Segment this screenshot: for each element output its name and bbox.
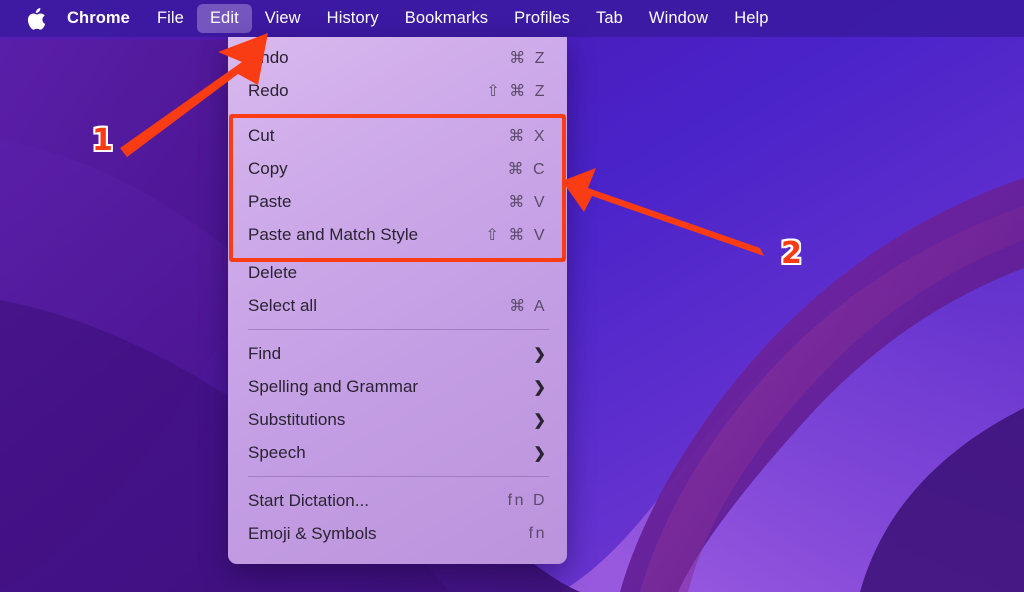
menu-item-start-dictation-shortcut: fn D [507,491,547,509]
menu-item-undo[interactable]: Undo ⌘ Z [228,41,567,74]
menu-item-find-label: Find [248,343,282,363]
menu-item-spelling-and-grammar[interactable]: Spelling and Grammar ❯ [228,370,567,403]
menu-item-undo-shortcut: ⌘ Z [509,49,547,67]
menu-item-substitutions[interactable]: Substitutions ❯ [228,403,567,436]
menu-bookmarks[interactable]: Bookmarks [392,4,501,34]
menu-profiles-label: Profiles [514,8,570,27]
menu-edit-label: Edit [209,8,239,27]
menu-item-select-all[interactable]: Select all ⌘ A [228,289,567,322]
menu-item-start-dictation[interactable]: Start Dictation... fn D [228,484,567,517]
menu-item-delete-label: Delete [248,262,298,282]
menu-group-gap-1 [228,107,567,119]
menu-item-paste-and-match-style[interactable]: Paste and Match Style ⇧ ⌘ V [228,218,567,251]
desktop-screen: Chrome File Edit View History Bookmarks … [0,0,1024,592]
chevron-right-icon: ❯ [533,378,546,396]
menu-tab-label: Tab [595,8,623,27]
chevron-right-icon: ❯ [533,444,546,462]
menu-chrome-label: Chrome [67,8,130,27]
menu-edit[interactable]: Edit [196,3,252,34]
chevron-right-icon: ❯ [533,411,546,429]
menu-view[interactable]: View [252,4,314,34]
menu-profiles[interactable]: Profiles [501,4,583,34]
menu-item-delete[interactable]: Delete [228,256,567,289]
menu-item-redo-shortcut: ⇧ ⌘ Z [486,82,547,100]
menu-history-label: History [326,8,379,27]
apple-menu-button[interactable] [20,7,57,30]
menu-file-label: File [156,8,184,27]
menu-item-undo-label: Undo [248,47,289,67]
menu-bookmarks-label: Bookmarks [404,8,489,27]
menu-item-substitutions-label: Substitutions [248,409,346,429]
menu-help-label: Help [734,8,769,27]
menu-history[interactable]: History [314,4,392,34]
menu-item-paste-label: Paste [248,191,292,211]
menu-tab[interactable]: Tab [583,4,636,34]
menu-item-cut-shortcut: ⌘ X [508,127,547,145]
menu-item-paste-shortcut: ⌘ V [508,193,547,211]
menu-item-cut[interactable]: Cut ⌘ X [228,119,567,152]
menu-item-select-all-label: Select all [248,295,317,315]
menu-item-emoji-and-symbols[interactable]: Emoji & Symbols fn [228,517,567,550]
macos-menu-bar[interactable]: Chrome File Edit View History Bookmarks … [0,0,1024,37]
chevron-right-icon: ❯ [533,345,546,363]
edit-dropdown-menu[interactable]: Undo ⌘ Z Redo ⇧ ⌘ Z Cut ⌘ X Copy ⌘ C Pas… [228,37,567,564]
menu-item-speech[interactable]: Speech ❯ [228,436,567,469]
menu-item-find[interactable]: Find ❯ [228,337,567,370]
menu-item-emoji-and-symbols-label: Emoji & Symbols [248,523,377,543]
menu-item-spelling-and-grammar-label: Spelling and Grammar [248,376,419,396]
menu-item-copy-shortcut: ⌘ C [507,160,547,178]
menu-item-paste[interactable]: Paste ⌘ V [228,185,567,218]
menu-view-label: View [264,8,301,27]
menu-item-paste-and-match-style-label: Paste and Match Style [248,224,419,244]
menu-item-select-all-shortcut: ⌘ A [509,297,547,315]
menu-separator-1 [248,329,549,330]
menu-separator-2 [248,476,549,477]
menu-help[interactable]: Help [721,4,781,34]
apple-logo-icon [27,7,45,30]
menu-item-redo[interactable]: Redo ⇧ ⌘ Z [228,74,567,107]
menu-item-start-dictation-label: Start Dictation... [248,490,369,510]
menu-item-emoji-and-symbols-shortcut: fn [528,524,547,542]
menu-item-speech-label: Speech [248,442,306,462]
menu-item-copy[interactable]: Copy ⌘ C [228,152,567,185]
menu-item-redo-label: Redo [248,80,289,100]
menu-chrome[interactable]: Chrome [57,4,144,34]
menu-item-paste-and-match-style-shortcut: ⇧ ⌘ V [485,226,547,244]
menu-file[interactable]: File [144,4,197,34]
menu-window-label: Window [648,8,709,27]
menu-item-cut-label: Cut [248,125,275,145]
menu-window[interactable]: Window [636,4,721,34]
menu-item-copy-label: Copy [248,158,288,178]
